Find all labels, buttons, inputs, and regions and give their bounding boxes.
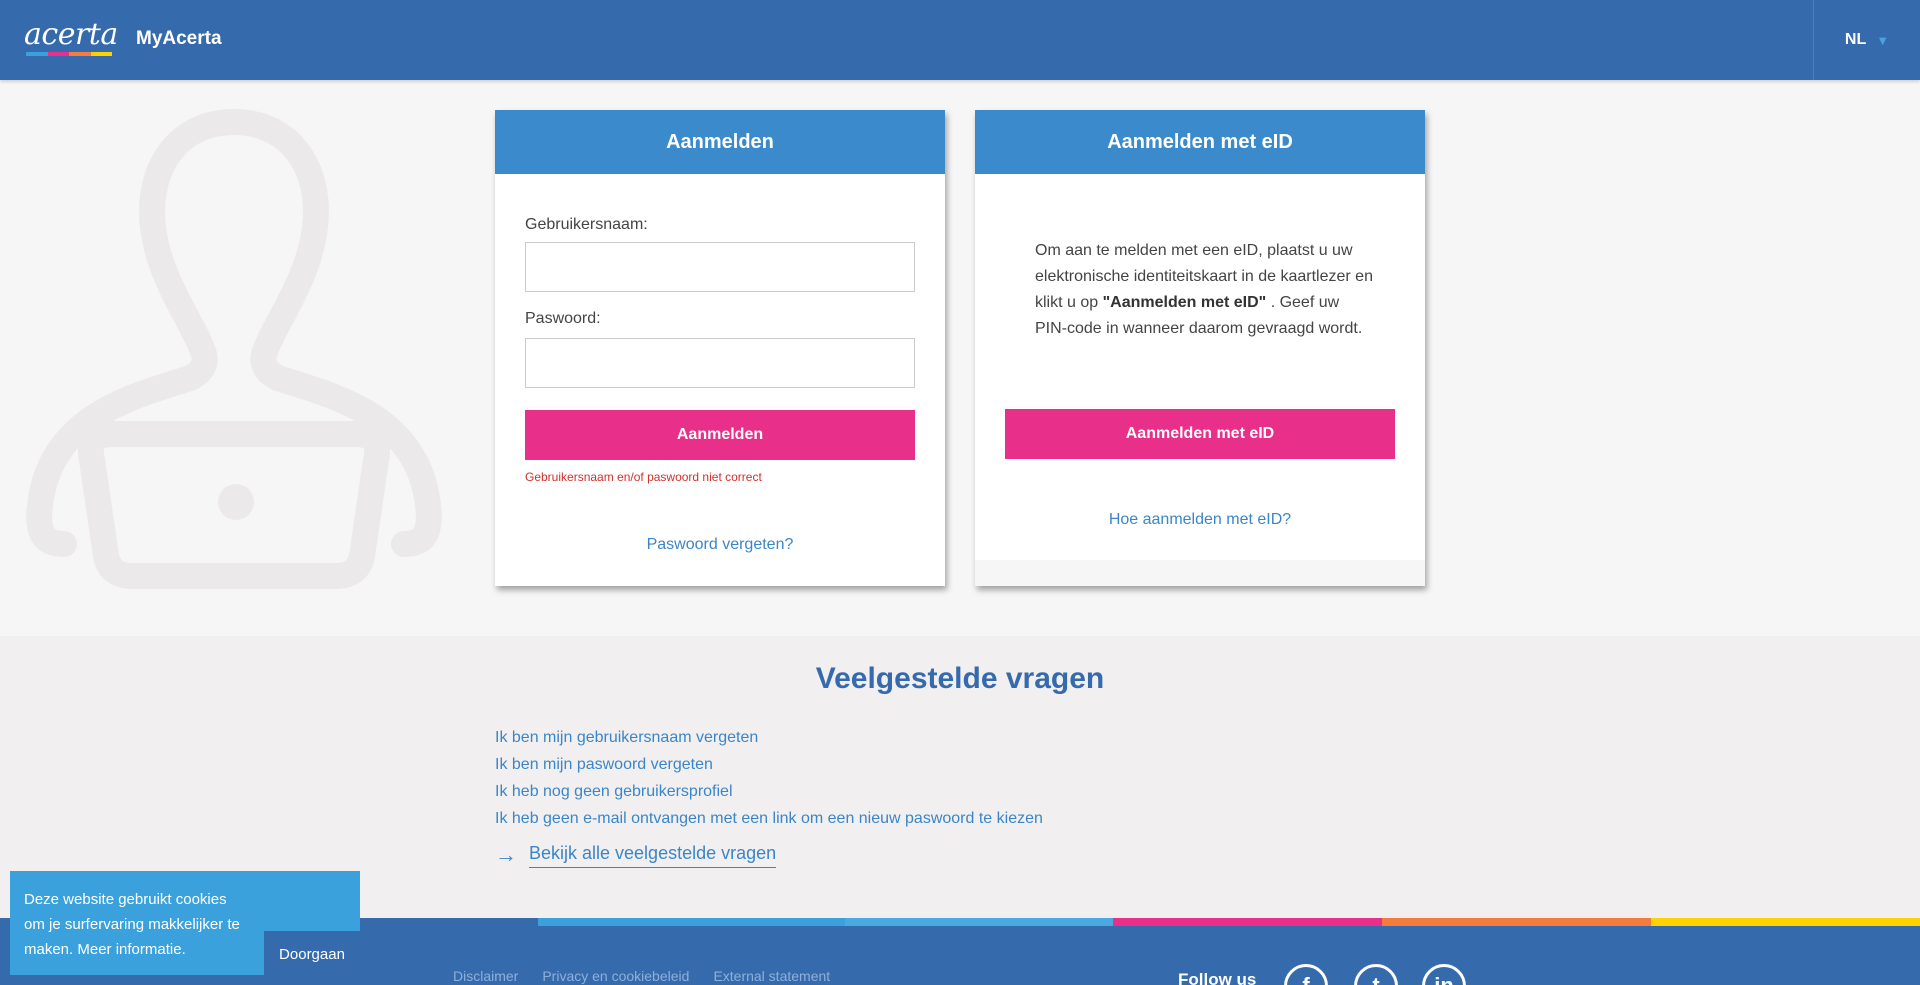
eid-card-footer: [975, 560, 1425, 586]
eid-card-title: Aanmelden met eID: [975, 110, 1425, 174]
eid-help-link[interactable]: Hoe aanmelden met eID?: [975, 511, 1425, 529]
faq-link-password[interactable]: Ik ben mijn paswoord vergeten: [495, 756, 713, 773]
faq-link-profile[interactable]: Ik heb nog geen gebruikersprofiel: [495, 783, 733, 800]
follow-us-label: Follow us: [1178, 970, 1257, 985]
cookie-banner: Deze website gebruikt cookies om je surf…: [10, 871, 360, 977]
eid-login-card: Aanmelden met eID Om aan te melden met e…: [975, 110, 1425, 586]
eid-instructions: Om aan te melden met een eID, plaatst u …: [1035, 242, 1373, 337]
login-card: Aanmelden Gebruikersnaam: Paswoord: Aanm…: [495, 110, 945, 586]
app-name: MyAcerta: [136, 28, 222, 49]
faq-link-email[interactable]: Ik heb geen e-mail ontvangen met een lin…: [495, 810, 1043, 827]
linkedin-icon[interactable]: in: [1422, 964, 1466, 985]
list-item: Ik heb geen e-mail ontvangen met een lin…: [495, 805, 1043, 832]
list-item: Ik ben mijn paswoord vergeten: [495, 751, 1043, 778]
language-selector[interactable]: NL ▼: [1813, 0, 1920, 80]
external-statement-link[interactable]: External statement: [713, 968, 830, 984]
cookie-accept-button[interactable]: Doorgaan: [264, 931, 360, 977]
top-header: acerta MyAcerta NL ▼: [0, 0, 1920, 80]
acerta-logo[interactable]: acerta: [24, 18, 118, 56]
privacy-link[interactable]: Privacy en cookiebeleid: [542, 968, 689, 984]
arrow-right-icon: →: [495, 842, 517, 867]
login-button[interactable]: Aanmelden: [525, 410, 915, 460]
eid-instructions-emphasis: "Aanmelden met eID": [1102, 294, 1267, 311]
faq-all-link[interactable]: Bekijk alle veelgestelde vragen: [529, 843, 777, 868]
cookie-text: Deze website gebruikt cookies om je surf…: [24, 891, 240, 958]
faq-all-row: → Bekijk alle veelgestelde vragen: [495, 842, 777, 868]
list-item: Ik heb nog geen gebruikersprofiel: [495, 778, 1043, 805]
forgot-password-link[interactable]: Paswoord vergeten?: [495, 536, 945, 554]
faq-title: Veelgestelde vragen: [815, 662, 1105, 695]
footer-links: Disclaimer Privacy en cookiebeleid Exter…: [453, 968, 830, 984]
disclaimer-link[interactable]: Disclaimer: [453, 968, 518, 984]
language-label: NL: [1844, 31, 1867, 48]
twitter-icon[interactable]: t: [1354, 964, 1398, 985]
login-error-message: Gebruikersnaam en/of paswoord niet corre…: [525, 470, 762, 484]
password-label: Paswoord:: [525, 310, 601, 327]
username-label: Gebruikersnaam:: [525, 216, 648, 233]
login-card-title: Aanmelden: [495, 110, 945, 174]
password-input[interactable]: [525, 338, 915, 388]
eid-login-button[interactable]: Aanmelden met eID: [1005, 409, 1395, 459]
person-laptop-illustration: [26, 109, 442, 589]
faq-list: Ik ben mijn gebruikersnaam vergeten Ik b…: [495, 724, 1043, 832]
username-input[interactable]: [525, 242, 915, 292]
faq-link-username[interactable]: Ik ben mijn gebruikersnaam vergeten: [495, 729, 758, 746]
logo-color-bar: [26, 52, 112, 56]
caret-down-icon: ▼: [1876, 32, 1890, 48]
facebook-icon[interactable]: f: [1284, 964, 1328, 985]
logo-text: acerta: [24, 17, 118, 52]
list-item: Ik ben mijn gebruikersnaam vergeten: [495, 724, 1043, 751]
cookie-more-info-link[interactable]: Meer informatie.: [77, 941, 185, 958]
